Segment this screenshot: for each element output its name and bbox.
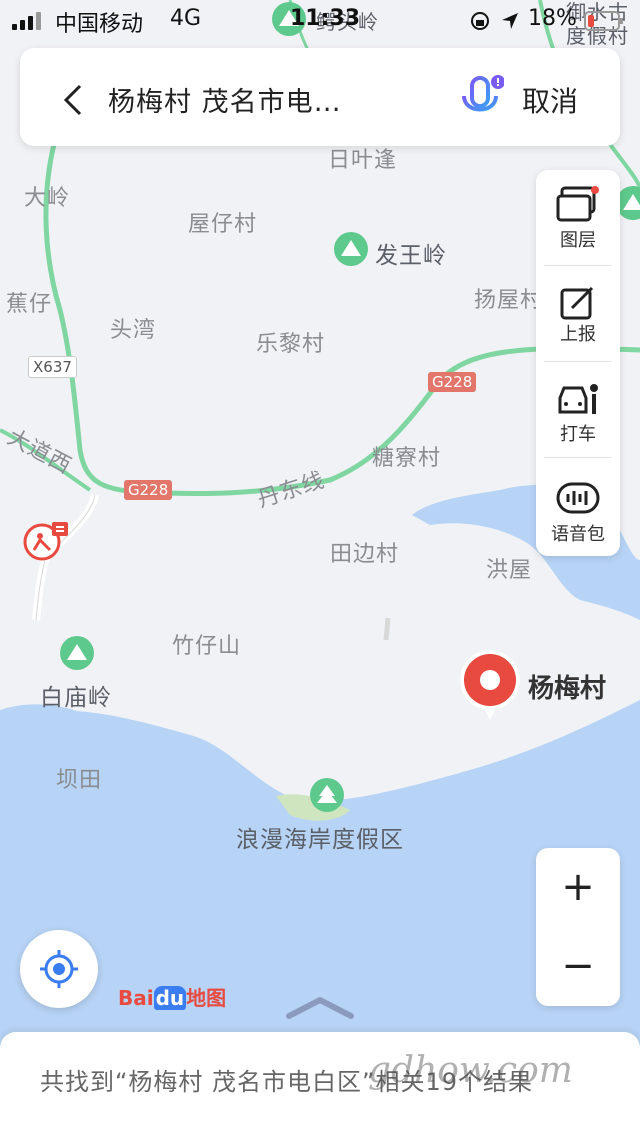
voice-mic-icon[interactable]: [460, 74, 504, 124]
map-toolbar: 图层 上报 打车 语音包: [536, 170, 620, 556]
place-label: 扬屋村: [474, 288, 544, 313]
report-icon: [560, 286, 594, 320]
watermark: gdhow.com: [368, 1050, 573, 1091]
place-label: 乐黎村: [256, 332, 326, 357]
toolbar-layers-button[interactable]: 图层: [536, 170, 620, 266]
search-bar: 杨梅村 茂名市电… 取消: [20, 48, 620, 146]
place-label: 头湾: [110, 318, 157, 343]
battery-percent: 18%: [528, 6, 577, 31]
place-label: 发王岭: [375, 243, 447, 269]
locate-crosshair-icon: [40, 950, 78, 988]
zoom-in-button[interactable]: +: [536, 848, 620, 927]
place-label: 竹仔山: [172, 634, 242, 659]
road-short: [383, 617, 391, 641]
search-query-text[interactable]: 杨梅村 茂名市电…: [108, 80, 342, 119]
toolbar-label: 语音包: [551, 524, 605, 545]
back-chevron-icon[interactable]: [62, 84, 86, 116]
locate-me-button[interactable]: [20, 930, 98, 1008]
carrier-name: 中国移动: [55, 12, 144, 37]
toolbar-label: 上报: [560, 324, 596, 345]
resort-tree-icon: [310, 778, 344, 812]
place-label: 蕉仔: [6, 292, 53, 317]
toolbar-voice-pack-button[interactable]: 语音包: [536, 458, 620, 554]
place-label: 洪屋: [486, 558, 533, 583]
mountain-icon: [334, 232, 368, 266]
toolbar-label: 打车: [560, 424, 596, 445]
zoom-out-button[interactable]: −: [536, 927, 620, 1006]
expand-chevron-icon[interactable]: [285, 996, 355, 1020]
place-label: 屋仔村: [188, 212, 258, 237]
place-label: 大岭: [24, 186, 71, 211]
taxi-icon: [558, 384, 598, 414]
road-badge: G228: [428, 372, 477, 392]
construction-icon: [22, 520, 72, 570]
status-time: 11:33: [290, 6, 361, 31]
signal-strength-icon: [12, 12, 41, 30]
place-label: 浪漫海岸度假区: [236, 827, 404, 853]
selected-location-label[interactable]: 杨梅村: [528, 668, 606, 705]
road-badge: X637: [28, 356, 77, 378]
network-type: 4G: [170, 6, 202, 31]
road-badge: G228: [124, 480, 173, 500]
toolbar-report-button[interactable]: 上报: [536, 266, 620, 362]
place-label: 坝田: [56, 768, 103, 793]
toolbar-taxi-button[interactable]: 打车: [536, 362, 620, 458]
toolbar-label: 图层: [560, 230, 596, 251]
status-bar: 中国移动 4G 11:33 18%: [0, 0, 640, 40]
voice-pack-icon: [556, 482, 600, 514]
cancel-button[interactable]: 取消: [522, 80, 578, 120]
location-arrow-icon: [502, 13, 518, 29]
place-label: 白庙岭: [40, 685, 112, 711]
rotation-lock-icon: [471, 12, 489, 30]
battery-icon: [584, 11, 623, 31]
layers-icon: [556, 186, 599, 222]
zoom-control: + −: [536, 848, 620, 1006]
baidu-map-logo: Bai du 地图: [118, 986, 227, 1010]
selected-location-pin[interactable]: [458, 648, 524, 728]
place-label: 日叶逢: [328, 148, 398, 173]
place-label: 糖寮村: [372, 446, 442, 471]
place-label: 田边村: [330, 542, 400, 567]
mountain-icon: [60, 636, 94, 670]
